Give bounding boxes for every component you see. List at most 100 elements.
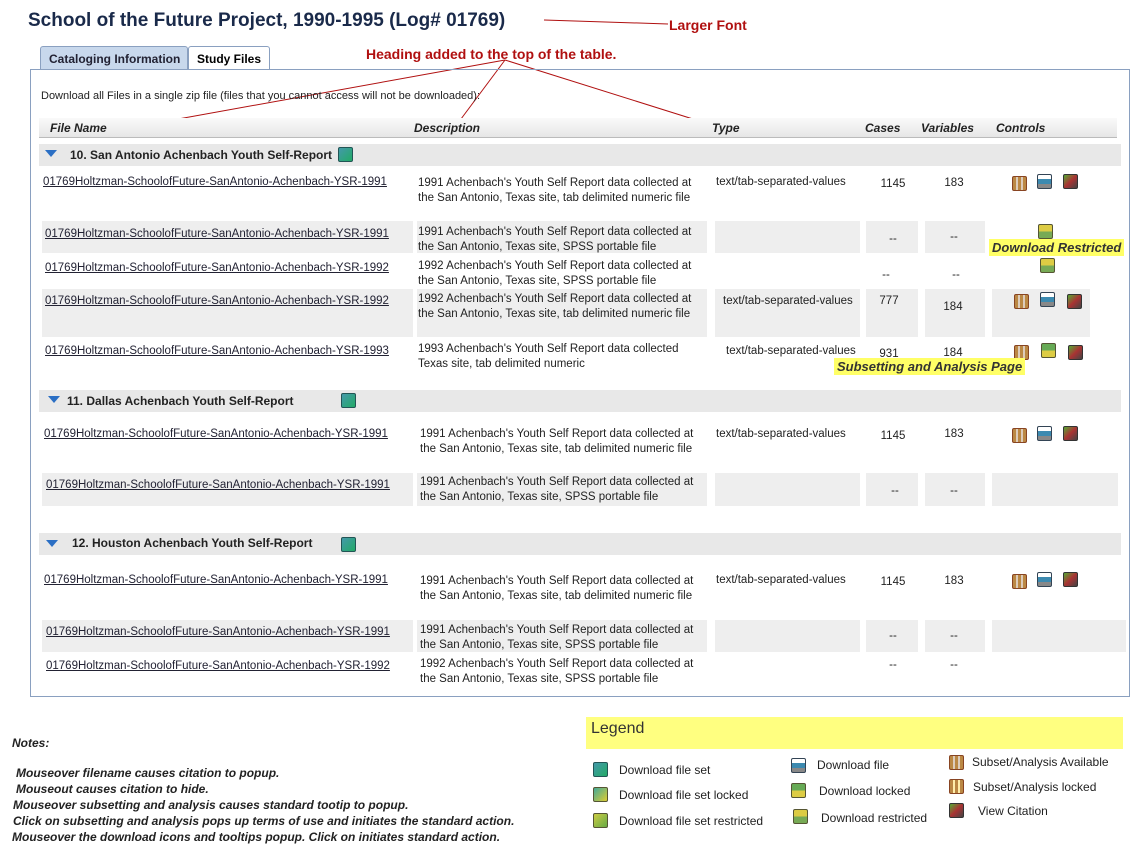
view-citation-icon[interactable] — [1063, 572, 1078, 587]
variables-value: -- — [950, 231, 958, 243]
variables-value: 184 — [943, 347, 963, 357]
file-name-link[interactable]: 01769Holtzman-SchoolofFuture-SanAntonio-… — [44, 428, 388, 440]
cases-value: 1145 — [880, 430, 906, 442]
file-name-link[interactable]: 01769Holtzman-SchoolofFuture-SanAntonio-… — [46, 626, 390, 638]
column-file-name[interactable]: File Name — [50, 121, 107, 135]
download-all-text[interactable]: Download all Files in a single zip file … — [41, 90, 480, 102]
download-file-icon[interactable] — [1037, 426, 1052, 441]
cases-value: 1145 — [880, 576, 906, 588]
legend-title: Legend — [586, 717, 1123, 749]
subset-analysis-icon[interactable] — [1012, 176, 1027, 191]
legend-label: Download file set — [619, 763, 711, 777]
file-type: text/tab-separated-values — [726, 345, 856, 357]
cases-value: -- — [889, 233, 897, 245]
table-header: File Name Description Type Cases Variabl… — [39, 118, 1117, 138]
cases-value: -- — [889, 630, 897, 642]
file-name-link[interactable]: 01769Holtzman-SchoolofFuture-SanAntonio-… — [46, 479, 390, 491]
legend-label: Download restricted — [821, 811, 928, 825]
annotation-download-restricted: Download Restricted — [989, 239, 1125, 256]
download-file-icon[interactable] — [1037, 572, 1052, 587]
legend-label: Download file — [817, 758, 890, 772]
variables-value: 183 — [944, 428, 964, 440]
note-line: Mouseover filename causes citation to po… — [16, 766, 280, 780]
download-locked-icon — [791, 783, 806, 798]
cases-value: 931 — [879, 348, 899, 358]
file-description: 1992 Achenbach's Youth Self Report data … — [418, 260, 692, 287]
file-name-link[interactable]: 01769Holtzman-SchoolofFuture-SanAntonio-… — [45, 228, 389, 240]
download-file-set-icon[interactable] — [338, 147, 353, 162]
view-citation-icon[interactable] — [1063, 426, 1078, 441]
note-line: Mouseover the download icons and tooltip… — [12, 830, 501, 844]
download-file-set-icon[interactable] — [341, 393, 356, 408]
download-file-icon[interactable] — [1040, 292, 1055, 307]
legend-label: View Citation — [978, 804, 1048, 818]
variables-value: 183 — [944, 177, 964, 189]
download-restricted-icon — [793, 809, 808, 824]
tab-cataloging-information[interactable]: Cataloging Information — [40, 46, 188, 70]
legend-label: Download locked — [819, 784, 911, 798]
view-citation-icon[interactable] — [1067, 294, 1082, 309]
download-file-set-icon[interactable] — [341, 537, 356, 552]
variables-value: 184 — [943, 301, 963, 313]
download-file-icon — [791, 758, 806, 773]
collapse-triangle-icon[interactable] — [45, 150, 57, 157]
file-name-link[interactable]: 01769Holtzman-SchoolofFuture-SanAntonio-… — [46, 660, 390, 672]
subset-analysis-available-icon — [949, 755, 964, 770]
annotation-larger-font: Larger Font — [669, 17, 747, 33]
download-restricted-icon[interactable] — [1040, 258, 1055, 273]
file-description: 1991 Achenbach's Youth Self Report data … — [418, 177, 692, 204]
legend-label: Subset/Analysis Available — [972, 755, 1109, 769]
variables-value: -- — [950, 659, 958, 671]
file-name-link[interactable]: 01769Holtzman-SchoolofFuture-SanAntonio-… — [43, 176, 387, 188]
cases-value: -- — [889, 659, 897, 671]
download-file-icon[interactable] — [1037, 174, 1052, 189]
file-description: 1991 Achenbach's Youth Self Report data … — [418, 226, 692, 253]
file-name-link[interactable]: 01769Holtzman-SchoolofFuture-SanAntonio-… — [45, 295, 389, 307]
column-cases[interactable]: Cases — [865, 121, 900, 135]
download-file-set-locked-icon — [593, 787, 608, 802]
annotation-subsetting-page: Subsetting and Analysis Page — [834, 358, 1026, 375]
file-type: text/tab-separated-values — [716, 428, 846, 440]
column-variables[interactable]: Variables — [921, 121, 974, 135]
view-citation-icon[interactable] — [1063, 174, 1078, 189]
download-file-set-icon — [593, 762, 608, 777]
file-type: text/tab-separated-values — [716, 176, 846, 188]
column-description[interactable]: Description — [414, 121, 480, 135]
column-controls[interactable]: Controls — [996, 121, 1045, 135]
note-line: Mouseover subsetting and analysis causes… — [13, 798, 409, 812]
variables-value: 183 — [944, 575, 964, 587]
file-type: text/tab-separated-values — [723, 295, 853, 307]
group-label: 11. Dallas Achenbach Youth Self-Report — [67, 394, 294, 408]
subset-analysis-locked-icon — [949, 779, 964, 794]
view-citation-icon[interactable] — [1068, 345, 1083, 360]
cases-value: -- — [882, 269, 890, 281]
download-restricted-icon[interactable] — [1038, 224, 1053, 239]
column-type[interactable]: Type — [712, 121, 740, 135]
file-description: 1992 Achenbach's Youth Self Report data … — [420, 658, 694, 685]
legend-label: Download file set locked — [619, 788, 749, 802]
subset-analysis-icon[interactable] — [1012, 428, 1027, 443]
file-description: 1991 Achenbach's Youth Self Report data … — [420, 624, 694, 651]
collapse-triangle-icon[interactable] — [48, 396, 60, 403]
subset-analysis-icon[interactable] — [1012, 574, 1027, 589]
tab-study-files[interactable]: Study Files — [188, 46, 270, 70]
download-locked-icon[interactable] — [1041, 343, 1056, 358]
file-group-header[interactable]: 11. Dallas Achenbach Youth Self-Report — [39, 390, 1121, 412]
collapse-triangle-icon[interactable] — [46, 540, 58, 547]
page-title: School of the Future Project, 1990-1995 … — [28, 10, 506, 31]
file-description: 1991 Achenbach's Youth Self Report data … — [420, 428, 694, 455]
view-citation-icon — [949, 803, 964, 818]
file-group-header[interactable]: 10. San Antonio Achenbach Youth Self-Rep… — [39, 144, 1121, 166]
file-name-link[interactable]: 01769Holtzman-SchoolofFuture-SanAntonio-… — [44, 574, 388, 586]
file-name-link[interactable]: 01769Holtzman-SchoolofFuture-SanAntonio-… — [45, 262, 389, 274]
file-name-link[interactable]: 01769Holtzman-SchoolofFuture-SanAntonio-… — [45, 345, 389, 357]
variables-value: -- — [950, 630, 958, 642]
subset-analysis-icon[interactable] — [1014, 294, 1029, 309]
notes-section: Notes: Mouseover filename causes citatio… — [12, 735, 514, 845]
file-group-header[interactable]: 12. Houston Achenbach Youth Self-Report — [39, 533, 1121, 555]
file-description: 1993 Achenbach's Youth Self Report data … — [418, 343, 679, 370]
group-label: 12. Houston Achenbach Youth Self-Report — [72, 536, 313, 550]
cases-value: 777 — [879, 295, 899, 307]
download-file-set-restricted-icon — [593, 813, 608, 828]
legend-label: Download file set restricted — [619, 814, 764, 828]
